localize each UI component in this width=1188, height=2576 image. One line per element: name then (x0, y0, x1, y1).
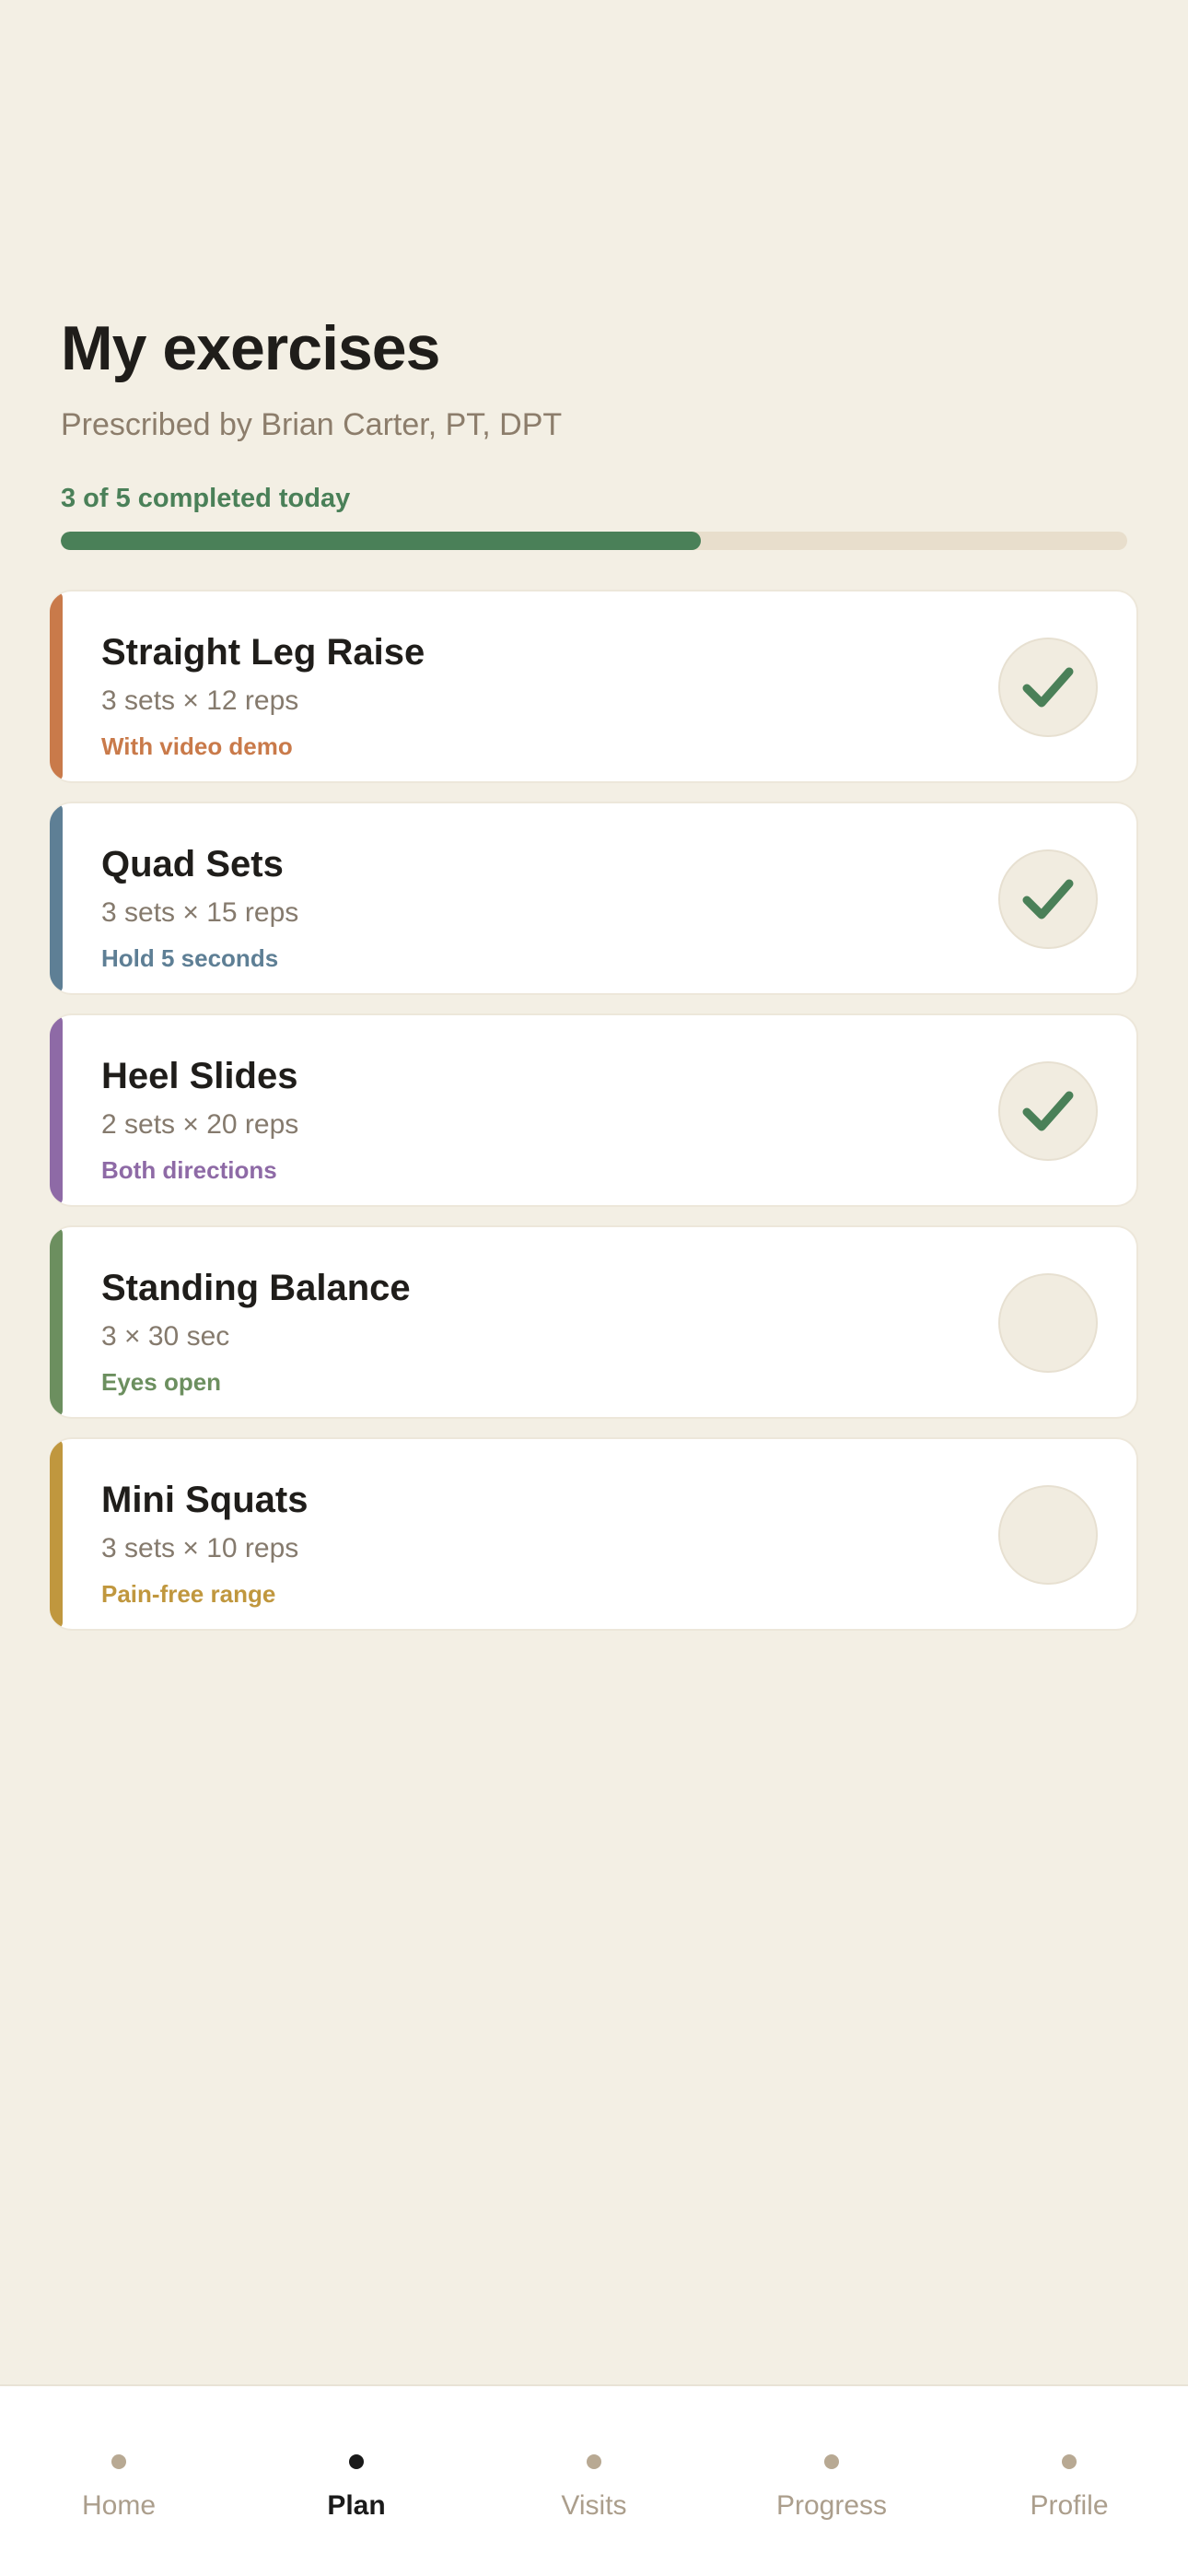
exercise-detail: 3 sets × 15 reps (101, 897, 299, 928)
progress-bar (61, 532, 1127, 550)
checkmark-icon (1022, 667, 1074, 708)
page-title: My exercises (61, 313, 440, 383)
tab-progress[interactable]: Progress (713, 2386, 950, 2576)
page-header: My exercises Prescribed by Brian Carter,… (61, 309, 1127, 550)
tab-indicator-dot (1062, 2454, 1077, 2469)
exercise-name: Heel Slides (101, 1056, 298, 1096)
checkmark-icon (1022, 1091, 1074, 1131)
exercise-detail: 2 sets × 20 reps (101, 1109, 299, 1140)
exercise-name: Mini Squats (101, 1480, 309, 1520)
exercise-detail: 3 × 30 sec (101, 1321, 230, 1352)
tab-visits[interactable]: Visits (475, 2386, 713, 2576)
completion-toggle[interactable] (998, 638, 1098, 737)
exercise-detail: 3 sets × 10 reps (101, 1533, 299, 1563)
tab-label: Progress (775, 2490, 888, 2521)
exercise-color-bar (50, 1439, 63, 1629)
exercise-name: Standing Balance (101, 1268, 411, 1308)
exercise-card[interactable]: Standing Balance 3 × 30 sec Eyes open (50, 1225, 1138, 1419)
tab-label: Plan (327, 2490, 386, 2521)
tab-home[interactable]: Home (0, 2386, 238, 2576)
exercise-color-bar (50, 591, 63, 781)
exercise-color-bar (50, 1227, 63, 1417)
exercise-note: Pain-free range (101, 1580, 276, 1608)
tab-profile[interactable]: Profile (950, 2386, 1188, 2576)
exercise-card[interactable]: Straight Leg Raise 3 sets × 12 reps With… (50, 590, 1138, 783)
completion-toggle[interactable] (998, 1273, 1098, 1373)
tab-label: Home (81, 2490, 157, 2521)
exercise-note: With video demo (101, 732, 293, 760)
exercise-color-bar (50, 803, 63, 993)
tab-indicator-dot (587, 2454, 601, 2469)
tab-indicator-dot (824, 2454, 839, 2469)
bottom-tab-bar: Home Plan Visits Progress Profile (0, 2384, 1188, 2576)
completion-toggle[interactable] (998, 1061, 1098, 1161)
tab-label: Visits (561, 2490, 627, 2521)
tab-indicator-dot (349, 2454, 364, 2469)
exercise-card[interactable]: Heel Slides 2 sets × 20 reps Both direct… (50, 1013, 1138, 1207)
checkmark-icon (1022, 879, 1074, 919)
tab-indicator-dot (111, 2454, 126, 2469)
prescriber-subtitle: Prescribed by Brian Carter, PT, DPT (61, 407, 563, 442)
exercise-card[interactable]: Quad Sets 3 sets × 15 reps Hold 5 second… (50, 802, 1138, 995)
progress-label: 3 of 5 completed today (61, 484, 351, 513)
exercise-list: Straight Leg Raise 3 sets × 12 reps With… (50, 590, 1138, 1649)
exercise-note: Both directions (101, 1156, 277, 1184)
exercise-color-bar (50, 1015, 63, 1205)
exercise-note: Eyes open (101, 1368, 222, 1396)
exercise-detail: 3 sets × 12 reps (101, 685, 299, 716)
completion-toggle[interactable] (998, 849, 1098, 949)
exercise-name: Quad Sets (101, 844, 284, 884)
tab-plan[interactable]: Plan (238, 2386, 475, 2576)
progress-bar-fill (61, 532, 701, 550)
exercise-note: Hold 5 seconds (101, 944, 279, 972)
tab-label: Profile (1030, 2490, 1109, 2521)
exercise-name: Straight Leg Raise (101, 632, 425, 673)
exercise-card[interactable]: Mini Squats 3 sets × 10 reps Pain-free r… (50, 1437, 1138, 1631)
completion-toggle[interactable] (998, 1485, 1098, 1585)
